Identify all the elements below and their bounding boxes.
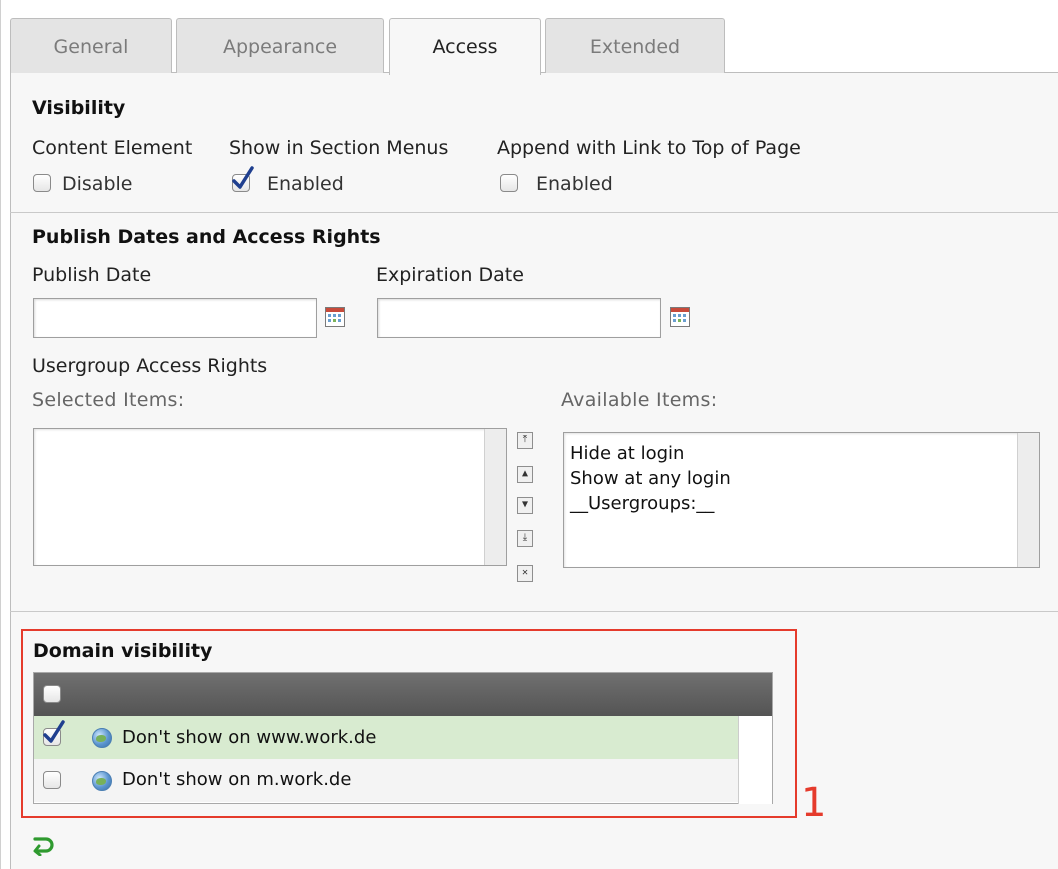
calendar-icon[interactable]	[325, 307, 345, 327]
selected-items-scrollbar[interactable]	[484, 429, 506, 565]
section-menus-checkbox-label: Enabled	[267, 173, 344, 195]
section-divider	[10, 611, 1058, 612]
available-items-scrollbar[interactable]	[1017, 433, 1039, 567]
usergroup-label: Usergroup Access Rights	[32, 355, 268, 377]
domain-row-m-checkbox[interactable]	[43, 771, 61, 789]
check-icon	[43, 720, 65, 743]
publish-date-input[interactable]	[33, 298, 317, 338]
available-items-label: Available Items:	[561, 389, 718, 411]
move-top-button[interactable]: ⤒	[517, 432, 533, 449]
calendar-icon[interactable]	[670, 307, 690, 327]
tab-extended[interactable]: Extended	[545, 18, 725, 74]
annotation-number: 1	[801, 780, 827, 826]
tab-general[interactable]: General	[10, 18, 172, 74]
tab-appearance[interactable]: Appearance	[176, 18, 384, 74]
disable-checkbox-label: Disable	[62, 173, 133, 195]
content-element-label: Content Element	[32, 137, 193, 159]
disable-checkbox[interactable]	[33, 174, 51, 192]
move-down-button[interactable]: ▼	[517, 497, 533, 514]
top-strip	[0, 0, 1058, 8]
tab-access[interactable]: Access	[389, 18, 541, 75]
link-top-checkbox[interactable]	[500, 174, 518, 192]
available-item-hide-at-login[interactable]: Hide at login	[570, 443, 684, 464]
globe-icon	[92, 771, 112, 791]
undo-icon[interactable]	[32, 834, 56, 856]
link-top-checkbox-label: Enabled	[536, 173, 613, 195]
available-item-show-at-any-login[interactable]: Show at any login	[570, 468, 731, 489]
selected-items-list[interactable]	[33, 428, 507, 566]
visibility-heading: Visibility	[32, 97, 126, 119]
domain-table-header	[34, 673, 772, 716]
section-divider	[10, 212, 1058, 213]
domain-row-m[interactable]: Don't show on m.work.de	[34, 759, 740, 802]
available-item-usergroups[interactable]: __Usergroups:__	[570, 493, 714, 514]
domain-visibility-heading: Domain visibility	[33, 640, 213, 662]
left-edge	[0, 0, 1, 869]
domain-row-m-label: Don't show on m.work.de	[122, 769, 352, 790]
domain-row-www-label: Don't show on www.work.de	[122, 727, 377, 748]
remove-item-button[interactable]: ✕	[517, 565, 533, 582]
domain-row-www[interactable]: Don't show on www.work.de	[34, 716, 740, 759]
globe-icon	[92, 728, 112, 748]
selected-items-label: Selected Items:	[32, 389, 185, 411]
expiration-date-input[interactable]	[377, 298, 661, 338]
expiration-date-label: Expiration Date	[376, 264, 524, 286]
publish-heading: Publish Dates and Access Rights	[32, 226, 381, 248]
check-icon	[232, 166, 254, 189]
publish-date-label: Publish Date	[32, 264, 152, 286]
move-bottom-button[interactable]: ⤓	[517, 530, 533, 547]
link-top-label: Append with Link to Top of Page	[497, 137, 801, 159]
select-all-checkbox[interactable]	[43, 685, 61, 703]
domain-table: Don't show on www.work.de Don't show on …	[33, 672, 773, 804]
available-items-list[interactable]: Hide at login Show at any login __Usergr…	[563, 432, 1040, 568]
move-up-button[interactable]: ▲	[517, 466, 533, 483]
domain-table-scrollbar[interactable]	[738, 716, 772, 804]
section-menus-label: Show in Section Menus	[229, 137, 449, 159]
